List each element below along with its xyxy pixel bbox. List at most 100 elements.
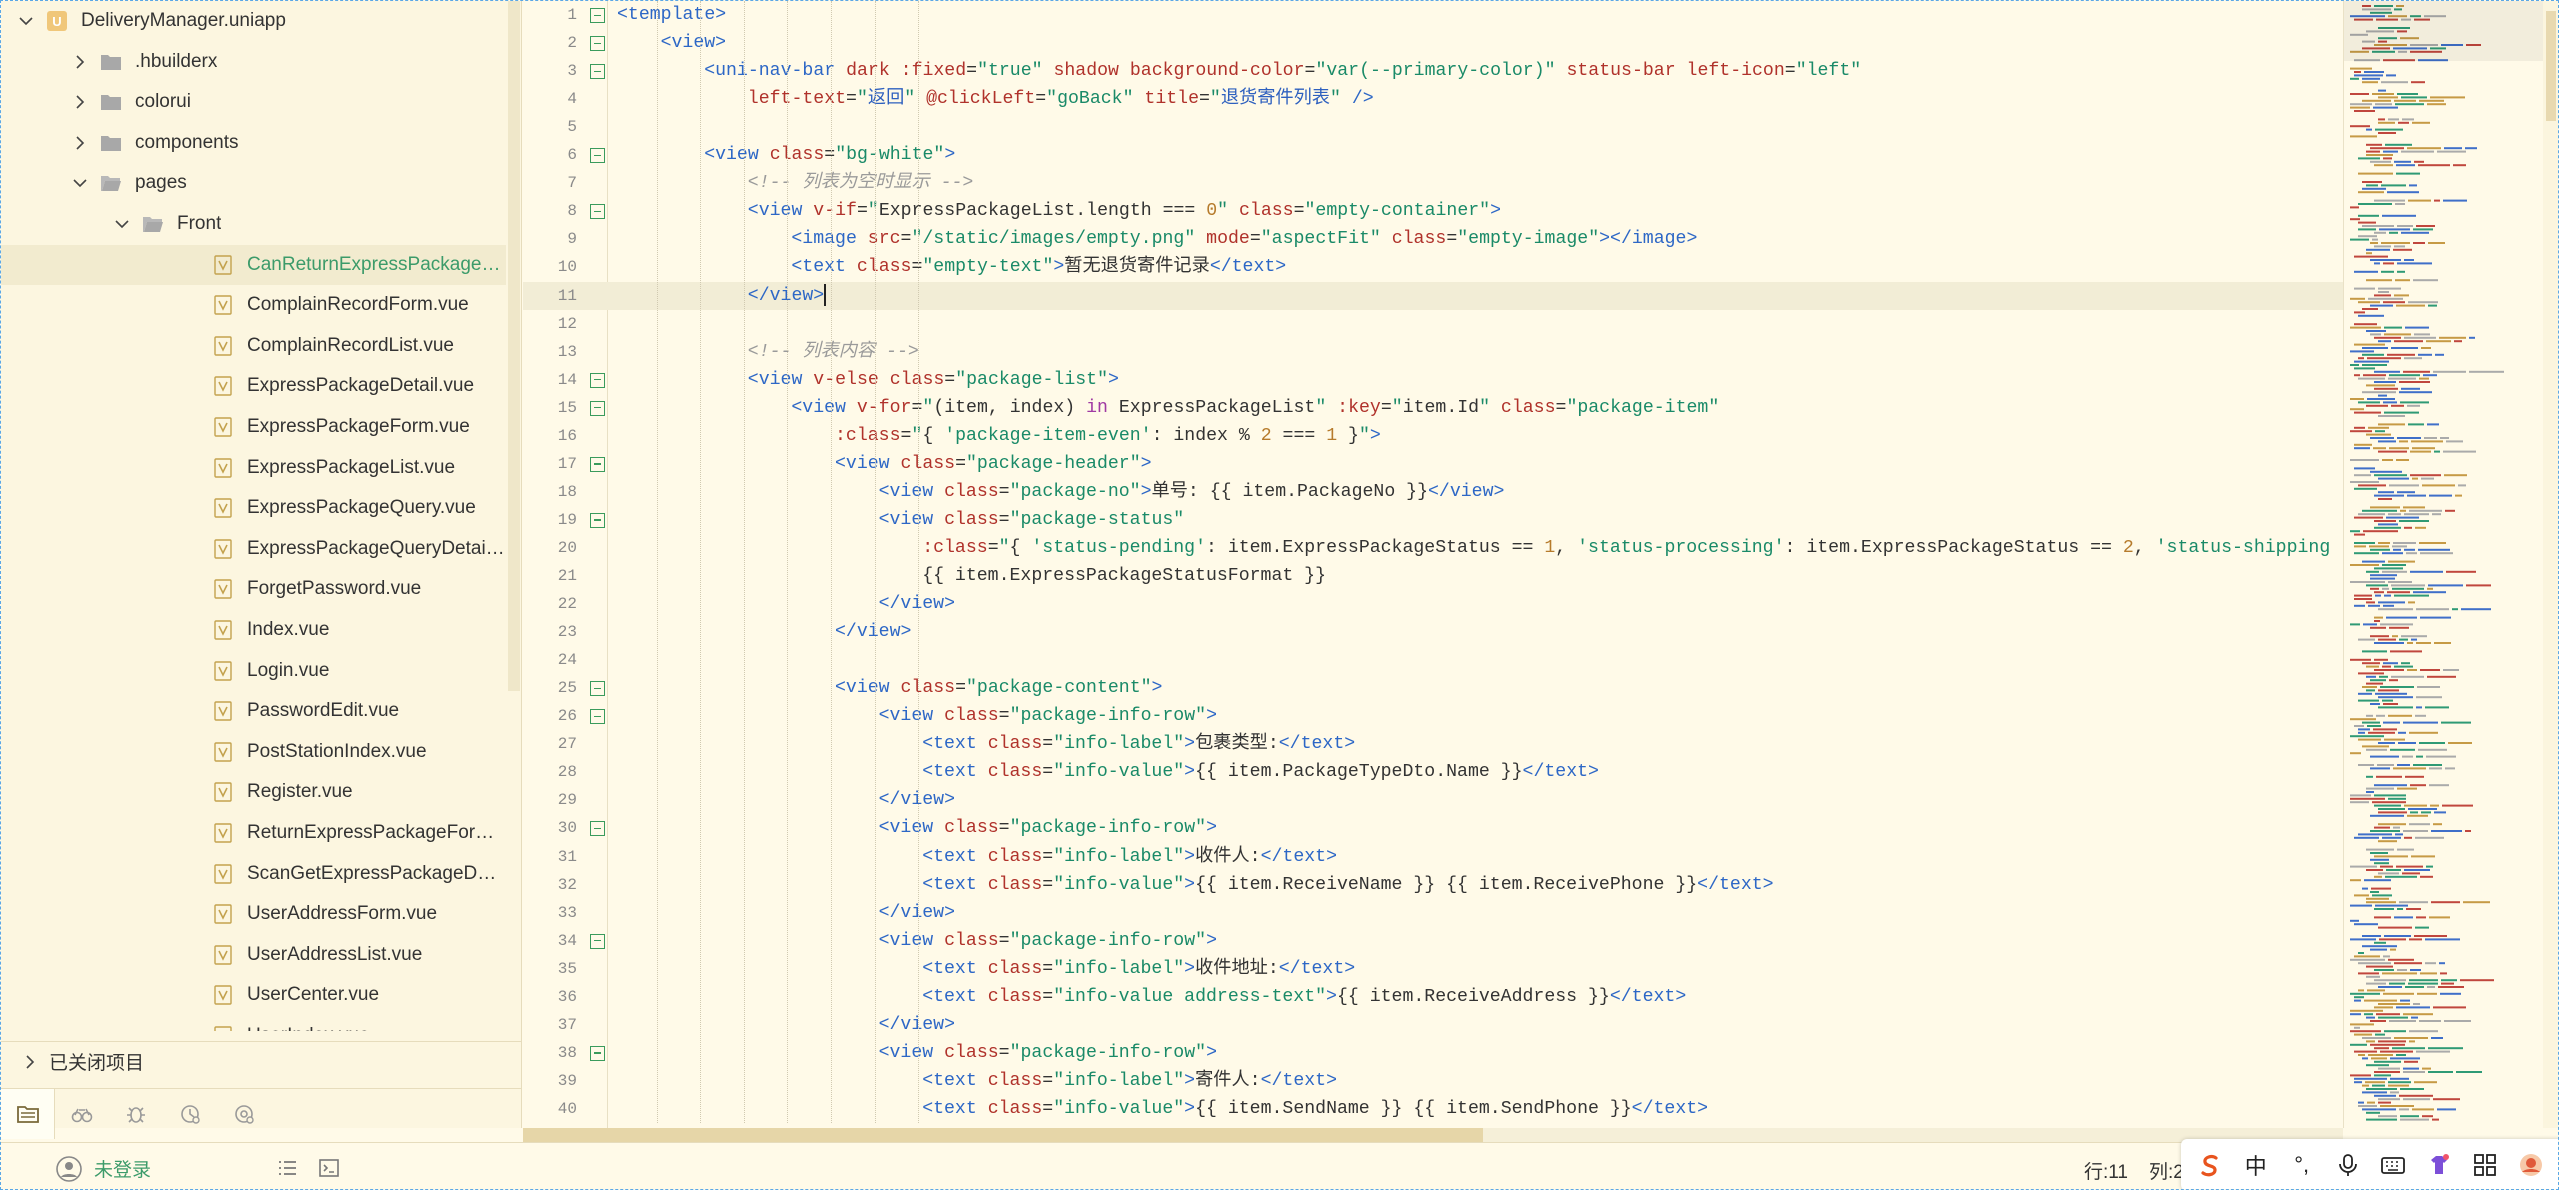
chevron-down-icon[interactable]: [69, 163, 91, 203]
tree-item[interactable]: ExpressPackageList.vue: [1, 448, 506, 488]
chevron-down-icon[interactable]: [111, 204, 133, 244]
code-line[interactable]: 13 <!-- 列表内容 -->: [523, 338, 2343, 366]
code-line[interactable]: 23 </view>: [523, 618, 2343, 646]
code-line[interactable]: 15 <view v-for="(item, index) in ExpressP…: [523, 394, 2343, 422]
fold-toggle-icon[interactable]: [590, 148, 605, 164]
code-line[interactable]: 9 <image src="/static/images/empty.png" m…: [523, 225, 2343, 253]
code-line[interactable]: 33 </view>: [523, 899, 2343, 927]
tree-item[interactable]: Front: [1, 204, 506, 244]
tree-item[interactable]: UserCenter.vue: [1, 975, 506, 1015]
code-line[interactable]: 30 <view class="package-info-row">: [523, 814, 2343, 842]
code-line[interactable]: 19 <view class="package-status": [523, 506, 2343, 534]
tree-item[interactable]: ExpressPackageForm.vue: [1, 407, 506, 447]
tree-item[interactable]: U DeliveryManager.uniapp: [1, 1, 506, 41]
code-line[interactable]: 21 {{ item.ExpressPackageStatusFormat }}: [523, 562, 2343, 590]
code-line[interactable]: 25 <view class="package-content">: [523, 674, 2343, 702]
tree-item[interactable]: ExpressPackageDetail.vue: [1, 366, 506, 406]
files-tab[interactable]: [1, 1088, 55, 1139]
code-line[interactable]: 35 <text class="info-label">收件地址:</text>: [523, 955, 2343, 983]
code-line[interactable]: 38 <view class="package-info-row">: [523, 1039, 2343, 1067]
tree-item[interactable]: Login.vue: [1, 651, 506, 691]
tree-item[interactable]: colorui: [1, 82, 506, 122]
debug-tab[interactable]: [109, 1089, 163, 1139]
code-line[interactable]: 28 <text class="info-value">{{ item.Packa…: [523, 758, 2343, 786]
code-line[interactable]: 6 <view class="bg-white">: [523, 141, 2343, 169]
fold-toggle-icon[interactable]: [590, 64, 605, 80]
minimap-viewport[interactable]: [2344, 1, 2544, 61]
chevron-down-icon[interactable]: [15, 1, 37, 41]
microphone-icon[interactable]: [2333, 1150, 2363, 1180]
ime-punctuation-mode[interactable]: °,: [2287, 1150, 2317, 1180]
fold-toggle-icon[interactable]: [590, 681, 605, 697]
list-icon[interactable]: [276, 1157, 298, 1179]
tree-item[interactable]: ReturnExpressPackageForm.vue: [1, 813, 506, 853]
code-line[interactable]: 36 <text class="info-value address-text">…: [523, 983, 2343, 1011]
skin-icon[interactable]: [2424, 1150, 2454, 1180]
file-tree-scrollbar[interactable]: [508, 1, 520, 691]
tree-item[interactable]: pages: [1, 163, 506, 203]
code-line[interactable]: 3 <uni-nav-bar dark :fixed="true" shadow …: [523, 57, 2343, 85]
fold-toggle-icon[interactable]: [590, 512, 605, 528]
tree-item[interactable]: ExpressPackageQuery.vue: [1, 488, 506, 528]
code-line[interactable]: 31 <text class="info-label">收件人:</text>: [523, 843, 2343, 871]
fold-toggle-icon[interactable]: [590, 372, 605, 388]
tree-item[interactable]: ComplainRecordForm.vue: [1, 285, 506, 325]
code-line[interactable]: 24: [523, 646, 2343, 674]
tree-item[interactable]: .hbuilderx: [1, 42, 506, 82]
code-line[interactable]: 4 left-text="返回" @clickLeft="goBack" titl…: [523, 85, 2343, 113]
cursor-line[interactable]: 行:11: [2084, 1157, 2128, 1184]
cursor-column[interactable]: 列:2: [2149, 1157, 2184, 1184]
code-line[interactable]: 39 <text class="info-label">寄件人:</text>: [523, 1067, 2343, 1095]
tree-item[interactable]: Register.vue: [1, 772, 506, 812]
code-line[interactable]: 32 <text class="info-value">{{ item.Recei…: [523, 871, 2343, 899]
tree-item[interactable]: UserAddressList.vue: [1, 935, 506, 975]
code-line[interactable]: 20:class="{ 'status-pending': item.Expre…: [523, 534, 2343, 562]
fold-toggle-icon[interactable]: [590, 400, 605, 416]
tree-item[interactable]: PasswordEdit.vue: [1, 691, 506, 731]
tree-item[interactable]: ForgetPassword.vue: [1, 569, 506, 609]
fold-toggle-icon[interactable]: [590, 456, 605, 472]
code-editor[interactable]: 1 <template> 2 <view> 3 <uni-nav-bar dark :fi…: [523, 1, 2343, 1128]
code-line[interactable]: 27 <text class="info-label">包裹类型:</text>: [523, 730, 2343, 758]
tree-item[interactable]: UserIndex.vue: [1, 1016, 506, 1031]
chevron-right-icon[interactable]: [69, 82, 91, 122]
tree-item[interactable]: ScanGetExpressPackageDetail....: [1, 854, 506, 894]
tree-item[interactable]: UserAddressForm.vue: [1, 894, 506, 934]
code-line[interactable]: 8 <view v-if="ExpressPackageList.length =…: [523, 197, 2343, 225]
code-line[interactable]: 16:class="{ 'package-item-even': index %…: [523, 422, 2343, 450]
fold-toggle-icon[interactable]: [590, 36, 605, 52]
fold-toggle-icon[interactable]: [590, 933, 605, 949]
code-line[interactable]: 7 <!-- 列表为空时显示 -->: [523, 169, 2343, 197]
fold-toggle-icon[interactable]: [590, 204, 605, 220]
login-status[interactable]: 未登录: [56, 1155, 256, 1182]
code-line[interactable]: 40 <text class="info-value">{{ item.SendN…: [523, 1095, 2343, 1123]
terminal-icon[interactable]: [318, 1157, 340, 1179]
tree-item[interactable]: CanReturnExpressPackageList....: [1, 244, 506, 285]
tree-item[interactable]: components: [1, 123, 506, 163]
code-line[interactable]: 12: [523, 310, 2343, 338]
code-line[interactable]: 14 <view v-else class="package-list">: [523, 366, 2343, 394]
code-line[interactable]: 37 </view>: [523, 1011, 2343, 1039]
fold-toggle-icon[interactable]: [590, 1045, 605, 1061]
search-tab[interactable]: [55, 1089, 109, 1139]
tree-item[interactable]: PostStationIndex.vue: [1, 732, 506, 772]
grid-icon[interactable]: [2470, 1150, 2500, 1180]
code-line[interactable]: 26 <view class="package-info-row">: [523, 702, 2343, 730]
closed-projects[interactable]: 已关闭项目: [1, 1041, 522, 1081]
tree-item[interactable]: ComplainRecordList.vue: [1, 326, 506, 366]
vertical-scrollbar-thumb[interactable]: [2546, 11, 2556, 121]
fold-toggle-icon[interactable]: [590, 709, 605, 725]
horizontal-scrollbar-thumb[interactable]: [523, 1128, 1483, 1142]
fold-toggle-icon[interactable]: [590, 821, 605, 837]
keyboard-icon[interactable]: [2378, 1150, 2408, 1180]
tree-item[interactable]: ExpressPackageQueryDetail.vue: [1, 529, 506, 569]
code-line[interactable]: 11 </view>: [523, 281, 2343, 310]
plugin-tab[interactable]: [163, 1089, 217, 1139]
code-line[interactable]: 1 <template>: [523, 1, 2343, 29]
chevron-right-icon[interactable]: [69, 123, 91, 163]
tree-item[interactable]: Index.vue: [1, 610, 506, 650]
code-line[interactable]: 17 <view class="package-header">: [523, 450, 2343, 478]
sogou-logo-icon[interactable]: [2195, 1150, 2225, 1180]
ime-chinese-mode[interactable]: 中: [2241, 1150, 2271, 1180]
minimap[interactable]: [2343, 1, 2544, 1128]
